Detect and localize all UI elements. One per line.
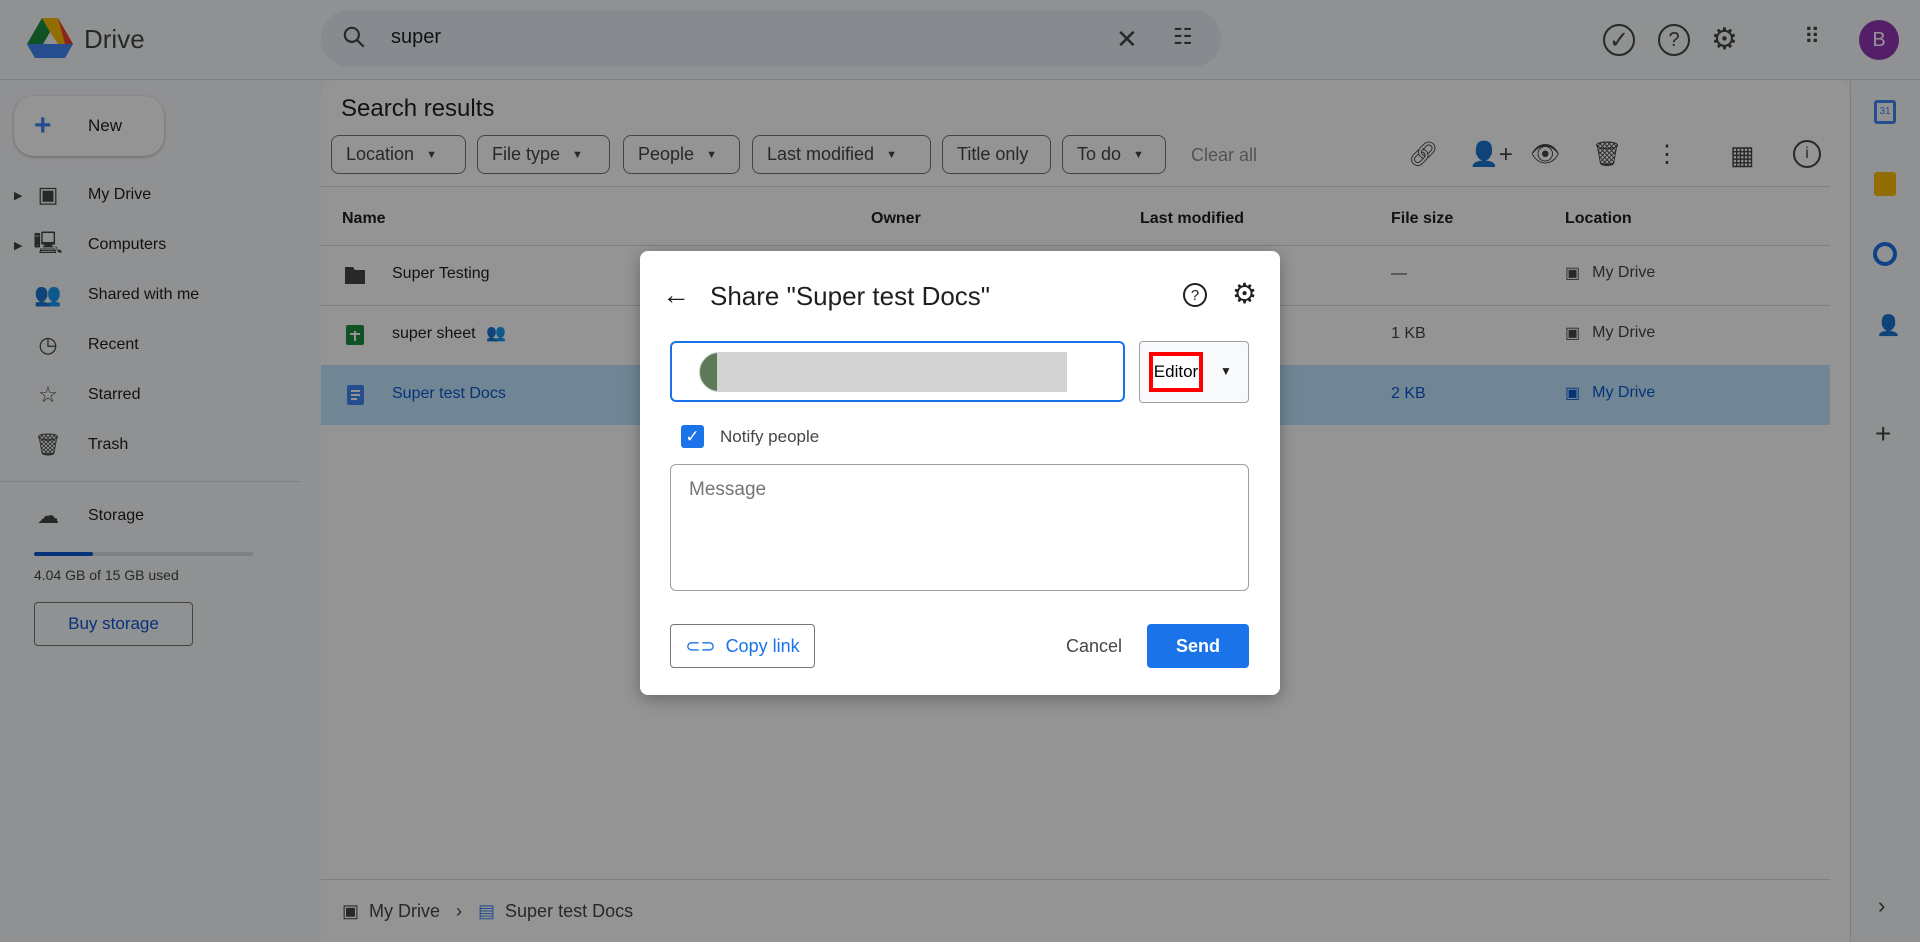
send-button[interactable]: Send	[1147, 624, 1249, 668]
copy-link-label: Copy link	[725, 635, 800, 656]
share-dialog: ← Share "Super test Docs" ? ⚙ Editor ▼ ✓…	[640, 251, 1280, 695]
back-arrow-icon[interactable]: ←	[662, 279, 690, 311]
dialog-title: Share "Super test Docs"	[710, 281, 991, 311]
notify-label: Notify people	[720, 427, 820, 446]
cancel-button[interactable]: Cancel	[1066, 636, 1122, 657]
help-icon[interactable]: ?	[1183, 283, 1207, 307]
redacted-recipient	[717, 352, 1067, 392]
copy-link-button[interactable]: ⊂⊃ Copy link	[670, 624, 815, 668]
notify-checkbox[interactable]: ✓	[681, 425, 704, 448]
people-input[interactable]	[670, 341, 1125, 402]
dropdown-arrow-icon: ▼	[1220, 364, 1232, 378]
message-textarea[interactable]	[670, 464, 1249, 591]
role-label: Editor	[1149, 352, 1203, 392]
settings-icon[interactable]: ⚙	[1232, 277, 1257, 310]
role-dropdown[interactable]: Editor ▼	[1139, 341, 1249, 403]
link-icon: ⊂⊃	[685, 635, 716, 656]
